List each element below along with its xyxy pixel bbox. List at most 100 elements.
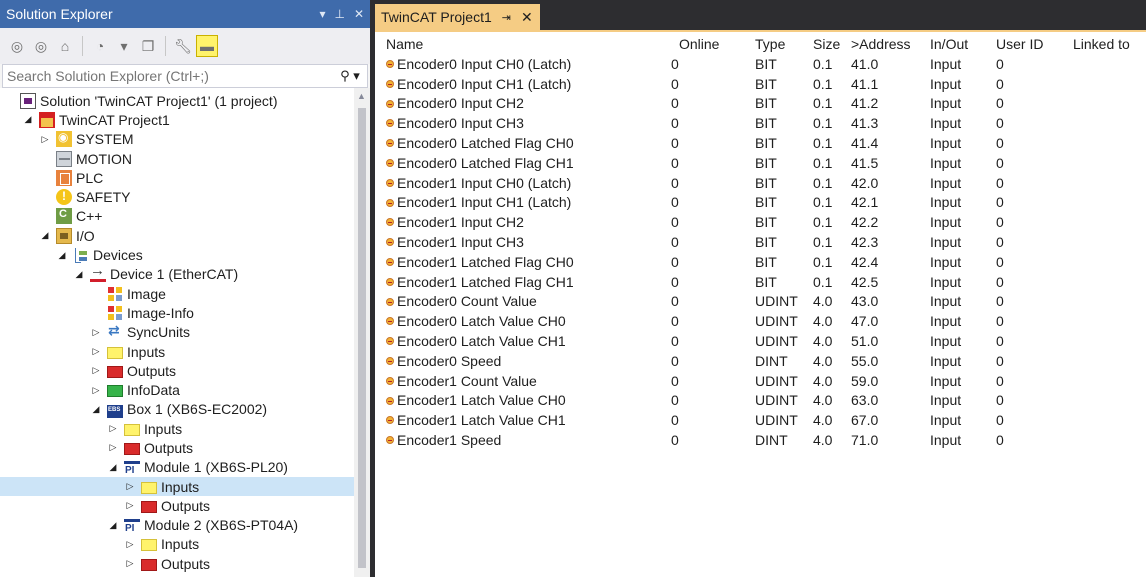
tree-node[interactable]: ▷ SYSTEM — [0, 130, 354, 149]
collapsed-twisty-icon[interactable]: ▷ — [123, 557, 137, 571]
column-header-user-id[interactable]: User ID — [996, 36, 1043, 52]
table-row[interactable]: Encoder1 Input CH3 0 BIT 0.1 42.3 Input 0 — [375, 232, 1146, 252]
table-row[interactable]: Encoder0 Input CH1 (Latch) 0 BIT 0.1 41.1 Inp… — [375, 74, 1146, 94]
table-row[interactable]: Encoder0 Speed 0 DINT 4.0 55.0 Input 0 — [375, 351, 1146, 371]
table-row[interactable]: Encoder1 Latched Flag CH1 0 BIT 0.1 42.5 Inpu… — [375, 272, 1146, 292]
dropdown-icon[interactable]: ▾ — [113, 35, 135, 57]
table-row[interactable]: Encoder0 Input CH2 0 BIT 0.1 41.2 Input 0 — [375, 94, 1146, 114]
table-row[interactable]: Encoder0 Input CH0 (Latch) 0 BIT 0.1 41.0 Inp… — [375, 54, 1146, 74]
collapsed-twisty-icon[interactable]: ▷ — [89, 364, 103, 378]
tree-node[interactable]: ◢ Devices — [0, 245, 354, 264]
table-row[interactable]: Encoder1 Latch Value CH0 0 UDINT 4.0 63.0 Inp… — [375, 391, 1146, 411]
column-header-linked-to[interactable]: Linked to — [1073, 36, 1130, 52]
table-row[interactable]: Encoder0 Input CH3 0 BIT 0.1 41.3 Input 0 — [375, 113, 1146, 133]
tree-node[interactable]: ◢ Module 2 (XB6S-PT04A) — [0, 516, 354, 535]
column-header-name[interactable]: Name — [386, 36, 423, 52]
collapsed-twisty-icon[interactable]: ▷ — [123, 499, 137, 513]
table-row[interactable]: Encoder0 Latched Flag CH0 0 BIT 0.1 41.4 Inpu… — [375, 133, 1146, 153]
tree-node[interactable]: ▷ Inputs — [0, 342, 354, 361]
tree-node[interactable]: ▷ Outputs — [0, 438, 354, 457]
collapsed-twisty-icon[interactable]: ▷ — [89, 345, 103, 359]
expanded-twisty-icon[interactable]: ◢ — [106, 518, 120, 532]
tree-node[interactable]: PLC — [0, 168, 354, 187]
expanded-twisty-icon[interactable]: ◢ — [21, 113, 35, 127]
tree-node[interactable]: ◢ TwinCAT Project1 — [0, 110, 354, 129]
collapsed-twisty-icon[interactable]: ▷ — [123, 480, 137, 494]
tree-node[interactable]: ▷ Outputs — [0, 554, 354, 573]
auto-hide-pin-icon[interactable]: ⊥ — [334, 7, 344, 21]
collapsed-twisty-icon[interactable]: ▷ — [38, 132, 52, 146]
tree-node[interactable]: ◢ Module 1 (XB6S-PL20) — [0, 458, 354, 477]
expanded-twisty-icon[interactable]: ◢ — [106, 460, 120, 474]
tree-node[interactable]: ◢ Box 1 (XB6S-EC2002) — [0, 400, 354, 419]
forward-icon[interactable]: ◎ — [30, 35, 52, 57]
search-input[interactable] — [7, 68, 333, 84]
table-row[interactable]: Encoder1 Latched Flag CH0 0 BIT 0.1 42.4 Inpu… — [375, 252, 1146, 272]
column-header-in-out[interactable]: In/Out — [930, 36, 968, 52]
preview-toggle-icon[interactable]: ▬ — [196, 35, 218, 57]
tree-node[interactable]: ▷ Outputs — [0, 361, 354, 380]
home-icon[interactable]: ⌂ — [54, 35, 76, 57]
table-row[interactable]: Encoder1 Input CH1 (Latch) 0 BIT 0.1 42.1 Inp… — [375, 193, 1146, 213]
scrollbar-thumb[interactable] — [358, 108, 366, 568]
tree-scrollbar[interactable]: ▲ — [354, 88, 370, 577]
tree-node[interactable]: MOTION — [0, 149, 354, 168]
table-row[interactable]: Encoder0 Count Value 0 UDINT 4.0 43.0 Input 0 — [375, 292, 1146, 312]
close-tab-icon[interactable]: ✕ — [521, 9, 533, 26]
window-position-dropdown-icon[interactable]: ▾ — [319, 7, 325, 21]
tree-node[interactable]: ▷ SyncUnits — [0, 322, 354, 342]
tree-node[interactable]: ▷ Inputs — [0, 419, 354, 438]
tree-node[interactable]: C++ — [0, 207, 354, 226]
back-icon[interactable]: ◎ — [6, 35, 28, 57]
tree-node[interactable]: Image — [0, 284, 354, 303]
table-row[interactable]: Encoder0 Latch Value CH1 0 UDINT 4.0 51.0 Inp… — [375, 331, 1146, 351]
cell-name: Encoder1 Latched Flag CH0 — [397, 253, 574, 270]
cell-size: 0.1 — [813, 273, 833, 290]
expanded-twisty-icon[interactable]: ◢ — [89, 402, 103, 416]
collapsed-twisty-icon[interactable]: ▷ — [123, 537, 137, 551]
collapsed-twisty-icon[interactable]: ▷ — [89, 383, 103, 397]
table-row[interactable]: Encoder1 Latch Value CH1 0 UDINT 4.0 67.0 Inp… — [375, 410, 1146, 430]
cell-online: 0 — [671, 135, 679, 152]
table-row[interactable]: Encoder0 Latch Value CH0 0 UDINT 4.0 47.0 Inp… — [375, 311, 1146, 331]
tree-node[interactable]: SAFETY — [0, 187, 354, 206]
search-icon[interactable]: ⚲ ▾ — [333, 68, 367, 84]
collapse-all-icon[interactable]: ❐ — [137, 35, 159, 57]
cell-in-out: Input — [930, 313, 962, 330]
table-row[interactable]: Encoder1 Input CH0 (Latch) 0 BIT 0.1 42.0 Inp… — [375, 173, 1146, 193]
tree-node[interactable]: ◢ Device 1 (EtherCAT) — [0, 262, 354, 284]
table-row[interactable]: Encoder1 Speed 0 DINT 4.0 71.0 Input 0 — [375, 430, 1146, 450]
table-row[interactable]: Encoder1 Count Value 0 UDINT 4.0 59.0 Input 0 — [375, 371, 1146, 391]
close-panel-icon[interactable]: ✕ — [354, 7, 364, 21]
column-header-type[interactable]: Type — [755, 36, 785, 52]
table-row[interactable]: Encoder0 Latched Flag CH1 0 BIT 0.1 41.5 Inpu… — [375, 153, 1146, 173]
sync-units-icon — [107, 322, 123, 340]
tab-twincat-project1[interactable]: TwinCAT Project1 ⇥ ✕ — [375, 4, 540, 30]
table-row[interactable]: Encoder1 Input CH2 0 BIT 0.1 42.2 Input 0 — [375, 212, 1146, 232]
tree-node[interactable]: Image-Info — [0, 303, 354, 322]
cell-address: 67.0 — [851, 412, 879, 429]
inputs-icon — [107, 346, 123, 359]
history-icon[interactable]: ◔ — [89, 35, 111, 57]
column-header-size[interactable]: Size — [813, 36, 840, 52]
scroll-up-icon[interactable]: ▲ — [357, 91, 366, 101]
expanded-twisty-icon[interactable]: ◢ — [38, 229, 52, 243]
tree-node[interactable]: ◢ I/O — [0, 226, 354, 245]
column-header-address[interactable]: >Address — [851, 36, 911, 52]
tree-node[interactable]: ▷ Outputs — [0, 496, 354, 515]
expanded-twisty-icon[interactable]: ◢ — [72, 267, 86, 281]
column-header-online[interactable]: Online — [679, 36, 719, 52]
tree-node[interactable]: Solution 'TwinCAT Project1' (1 project) — [0, 91, 354, 110]
solution-explorer-search[interactable]: ⚲ ▾ — [2, 64, 368, 88]
properties-wrench-icon[interactable]: 🔧︎ — [172, 35, 194, 57]
tree-node[interactable]: ▷ InfoData — [0, 380, 354, 399]
expanded-twisty-icon[interactable]: ◢ — [55, 248, 69, 262]
pin-tab-icon[interactable]: ⇥ — [502, 11, 511, 24]
collapsed-twisty-icon[interactable]: ▷ — [106, 441, 120, 455]
tree-node[interactable]: ▷ Inputs — [0, 535, 354, 554]
collapsed-twisty-icon[interactable]: ▷ — [106, 422, 120, 436]
cell-name: Encoder1 Latch Value CH0 — [397, 392, 566, 409]
collapsed-twisty-icon[interactable]: ▷ — [89, 325, 103, 339]
tree-node[interactable]: ▷ Inputs — [0, 476, 354, 497]
cell-name: Encoder0 Latch Value CH1 — [397, 333, 566, 350]
